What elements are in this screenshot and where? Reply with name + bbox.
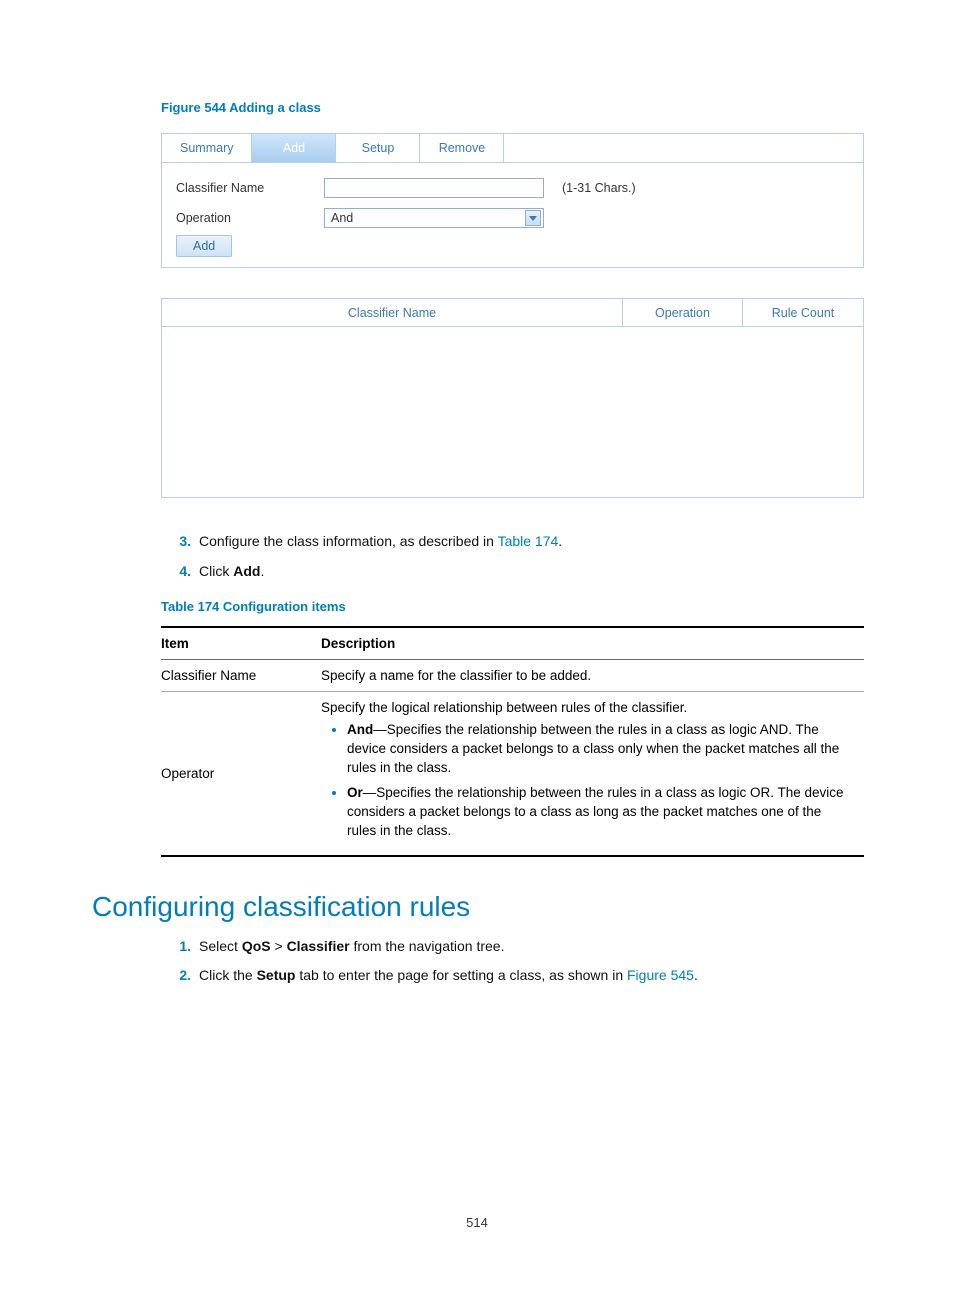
- table-row: Operator Specify the logical relationshi…: [161, 692, 864, 856]
- step-3-number: 3.: [161, 532, 191, 552]
- step-4-number: 4.: [161, 562, 191, 582]
- step-2-text: Click the Setup tab to enter the page fo…: [199, 966, 864, 986]
- tab-spacer: [504, 134, 863, 162]
- bullet-or: Or—Specifies the relationship between th…: [347, 784, 854, 841]
- table-174-link[interactable]: Table 174: [498, 533, 559, 549]
- classifier-name-input[interactable]: [324, 178, 544, 198]
- s2-1-sep: >: [271, 938, 287, 954]
- chevron-down-icon[interactable]: [525, 210, 541, 226]
- step-4: 4. Click Add.: [161, 562, 864, 582]
- steps-group-1: 3. Configure the class information, as d…: [161, 532, 864, 581]
- s2-2-c: .: [694, 967, 698, 983]
- step-3: 3. Configure the class information, as d…: [161, 532, 864, 552]
- step-1-text: Select QoS > Classifier from the navigat…: [199, 937, 864, 957]
- step-4-bold: Add: [233, 563, 260, 579]
- step-3-text: Configure the class information, as desc…: [199, 532, 864, 552]
- tab-summary[interactable]: Summary: [162, 134, 252, 162]
- step-4-text-a: Click: [199, 563, 233, 579]
- table-174: Item Description Classifier Name Specify…: [161, 626, 864, 856]
- table-row: Classifier Name Specify a name for the c…: [161, 660, 864, 692]
- bullet-and: And—Specifies the relationship between t…: [347, 721, 854, 778]
- add-button-row: Add: [176, 233, 849, 261]
- section-heading: Configuring classification rules: [92, 891, 864, 923]
- tab-setup[interactable]: Setup: [336, 134, 420, 162]
- operation-label: Operation: [176, 211, 324, 225]
- row1-item: Classifier Name: [161, 660, 321, 692]
- step-2-number: 2.: [161, 966, 191, 986]
- row2-item: Operator: [161, 692, 321, 856]
- classifier-name-label: Classifier Name: [176, 181, 324, 195]
- step-4-text-b: .: [260, 563, 264, 579]
- add-button[interactable]: Add: [176, 235, 232, 257]
- figure-545-link[interactable]: Figure 545: [627, 967, 694, 983]
- step-2: 2. Click the Setup tab to enter the page…: [161, 966, 864, 986]
- step-1: 1. Select QoS > Classifier from the navi…: [161, 937, 864, 957]
- s2-1-a: Select: [199, 938, 242, 954]
- step-3-text-a: Configure the class information, as desc…: [199, 533, 498, 549]
- s2-2-setup: Setup: [257, 967, 296, 983]
- s2-2-b: tab to enter the page for setting a clas…: [295, 967, 627, 983]
- figure-panel: Summary Add Setup Remove Classifier Name…: [161, 133, 864, 498]
- operation-value: And: [331, 211, 353, 225]
- s2-2-a: Click the: [199, 967, 257, 983]
- tab-remove[interactable]: Remove: [420, 134, 504, 162]
- bullet-or-rest: —Specifies the relationship between the …: [347, 785, 844, 838]
- col-rule-count[interactable]: Rule Count: [743, 299, 863, 326]
- row2-desc: Specify the logical relationship between…: [321, 692, 864, 856]
- row2-intro: Specify the logical relationship between…: [321, 700, 854, 715]
- bullet-and-bold: And: [347, 722, 373, 737]
- step-4-text: Click Add.: [199, 562, 864, 582]
- steps-group-2: 1. Select QoS > Classifier from the navi…: [161, 937, 864, 986]
- row1-desc: Specify a name for the classifier to be …: [321, 660, 864, 692]
- operation-select[interactable]: And: [324, 208, 544, 228]
- step-1-number: 1.: [161, 937, 191, 957]
- results-header: Classifier Name Operation Rule Count: [162, 299, 863, 327]
- th-description: Description: [321, 627, 864, 660]
- bullet-or-bold: Or: [347, 785, 363, 800]
- step-3-text-b: .: [558, 533, 562, 549]
- table-174-caption: Table 174 Configuration items: [161, 599, 864, 614]
- row-operation: Operation And: [176, 203, 849, 233]
- row-classifier-name: Classifier Name (1-31 Chars.): [176, 173, 849, 203]
- form-area: Classifier Name (1-31 Chars.) Operation …: [161, 163, 864, 268]
- col-operation[interactable]: Operation: [623, 299, 743, 326]
- s2-1-qos: QoS: [242, 938, 271, 954]
- bullet-and-rest: —Specifies the relationship between the …: [347, 722, 839, 775]
- th-item: Item: [161, 627, 321, 660]
- classifier-range-hint: (1-31 Chars.): [562, 181, 636, 195]
- tabs-row: Summary Add Setup Remove: [161, 133, 864, 163]
- tab-add[interactable]: Add: [252, 134, 336, 162]
- s2-1-classifier: Classifier: [287, 938, 350, 954]
- col-classifier-name[interactable]: Classifier Name: [162, 299, 623, 326]
- s2-1-c: from the navigation tree.: [350, 938, 505, 954]
- page-number: 514: [0, 1215, 954, 1230]
- results-table: Classifier Name Operation Rule Count: [161, 298, 864, 498]
- figure-caption: Figure 544 Adding a class: [161, 100, 864, 115]
